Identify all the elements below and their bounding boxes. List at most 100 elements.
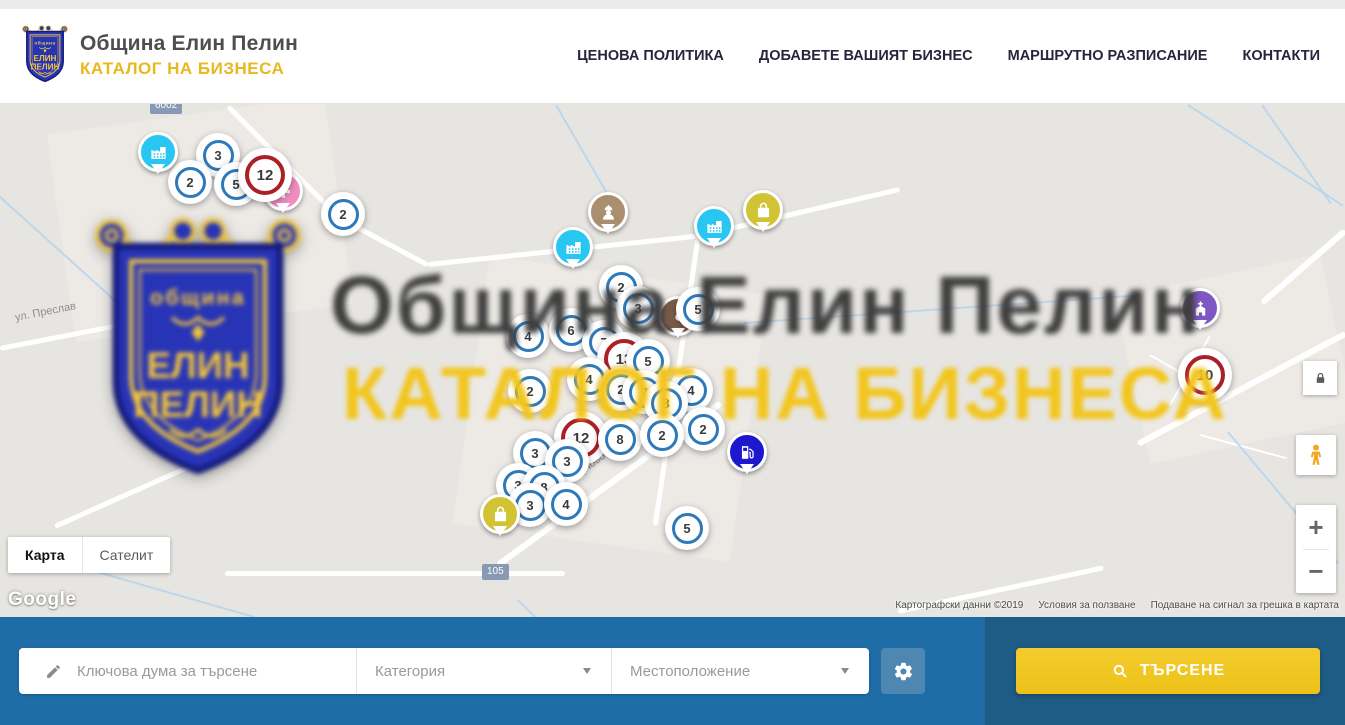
shopping-bag-icon <box>754 201 773 220</box>
road-line <box>225 571 565 576</box>
cluster-count: 2 <box>647 420 678 451</box>
search-button-label: ТЪРСЕНЕ <box>1140 662 1225 680</box>
search-icon <box>1111 662 1129 680</box>
attribution-report-link[interactable]: Подаване на сигнал за грешка в картата <box>1151 600 1339 611</box>
nav-contacts[interactable]: КОНТАКТИ <box>1242 48 1320 64</box>
header: община ЕЛИН ПЕЛИН Община Елин Пелин КАТА… <box>0 9 1345 104</box>
nav-pricing-policy[interactable]: ЦЕНОВА ПОЛИТИКА <box>577 48 724 64</box>
cluster-marker[interactable]: 4 <box>506 314 550 358</box>
cluster-marker[interactable]: 2 <box>681 407 725 451</box>
nav-add-your-business[interactable]: ДОБАВЕТЕ ВАШИЯТ БИЗНЕС <box>759 48 973 64</box>
cluster-count: 8 <box>605 424 636 455</box>
chevron-down-icon <box>583 668 591 674</box>
gear-icon <box>893 661 914 682</box>
cluster-count: 3 <box>623 293 654 324</box>
top-strip <box>0 0 1345 9</box>
map-type-satellite-button[interactable]: Сателит <box>82 537 171 573</box>
nav-route-schedule[interactable]: МАРШРУТНО РАЗПИСАНИЕ <box>1008 48 1208 64</box>
cluster-count: 4 <box>513 321 544 352</box>
cluster-count: 4 <box>551 489 582 520</box>
watermark-title: Община Елин Пелин <box>330 259 1202 353</box>
map-attribution: Картографски данни ©2019 Условия за полз… <box>895 600 1339 611</box>
keyword-field <box>19 648 357 694</box>
search-button[interactable]: ТЪРСЕНЕ <box>1016 648 1320 694</box>
road-label: 6002 <box>150 104 182 114</box>
factory-icon <box>149 143 168 162</box>
cluster-marker[interactable]: 8 <box>598 417 642 461</box>
main-nav: ЦЕНОВА ПОЛИТИКА ДОБАВЕТЕ ВАШИЯТ БИЗНЕС М… <box>577 9 1320 103</box>
municipality-logo: община ЕЛИН ПЕЛИН <box>21 24 69 86</box>
zoom-out-button[interactable]: − <box>1296 550 1336 593</box>
cluster-count: 12 <box>245 155 285 195</box>
pegman-icon <box>1304 443 1328 467</box>
search-bar: Категория Местоположение ТЪРСЕНЕ <box>0 617 1345 725</box>
attribution-copyright: Картографски данни ©2019 <box>895 600 1023 611</box>
cluster-count: 2 <box>175 167 206 198</box>
street-view-pegman-button[interactable] <box>1296 435 1336 475</box>
map-pin-church[interactable] <box>1180 288 1220 328</box>
cluster-count: 5 <box>672 513 703 544</box>
cluster-marker[interactable]: 4 <box>544 482 588 526</box>
map-pin-shopping-bag[interactable] <box>480 494 520 534</box>
worker-icon <box>599 203 618 222</box>
watermark-logo-text-line1: ЕЛИН <box>146 345 249 386</box>
water-line <box>744 294 1138 324</box>
cluster-marker[interactable]: 2 <box>508 369 552 413</box>
zoom-in-button[interactable]: + <box>1296 506 1336 549</box>
cluster-count: 10 <box>1185 355 1225 395</box>
cluster-marker[interactable]: 2 <box>168 160 212 204</box>
lock-icon <box>1313 371 1328 386</box>
church-icon <box>1191 299 1210 318</box>
category-select[interactable]: Категория <box>357 648 612 694</box>
cluster-count: 2 <box>688 414 719 445</box>
fuel-icon <box>738 443 757 462</box>
road-line <box>54 447 230 529</box>
cluster-marker[interactable]: 3 <box>616 286 660 330</box>
category-placeholder: Категория <box>375 663 445 680</box>
cluster-marker[interactable]: 5 <box>676 287 720 331</box>
road-label: 105 <box>482 564 509 580</box>
page: община ЕЛИН ПЕЛИН Община Елин Пелин КАТА… <box>0 0 1345 725</box>
advanced-search-button[interactable] <box>881 648 925 694</box>
cluster-marker[interactable]: 5 <box>665 506 709 550</box>
site-subtitle: КАТАЛОГ НА БИЗНЕСА <box>80 59 298 79</box>
logo-text-line1: ЕЛИН <box>34 54 57 63</box>
logo-text-line2: ПЕЛИН <box>31 62 60 71</box>
map-pin-factory[interactable] <box>694 206 734 246</box>
cluster-marker[interactable]: 12 <box>238 148 292 202</box>
brand-text: Община Елин Пелин КАТАЛОГ НА БИЗНЕСА <box>80 32 298 79</box>
chevron-down-icon <box>841 668 849 674</box>
map-pin-shopping-bag[interactable] <box>743 190 783 230</box>
shopping-bag-icon <box>491 505 510 524</box>
factory-icon <box>705 217 724 236</box>
cluster-count: 5 <box>683 294 714 325</box>
map-type-control: Карта Сателит <box>8 537 170 573</box>
road-label: ул. Преслав <box>14 300 77 324</box>
cluster-marker[interactable]: 2 <box>640 413 684 457</box>
map-pin-worker[interactable] <box>588 192 628 232</box>
brand[interactable]: община ЕЛИН ПЕЛИН Община Елин Пелин КАТА… <box>21 24 298 86</box>
cluster-marker[interactable]: 10 <box>1178 348 1232 402</box>
cluster-count: 2 <box>515 376 546 407</box>
factory-icon <box>564 238 583 257</box>
pencil-icon <box>45 663 62 680</box>
map-pin-factory[interactable] <box>138 132 178 172</box>
keyword-input[interactable] <box>75 662 334 681</box>
zoom-control: + − <box>1296 505 1336 593</box>
water-line <box>555 105 612 201</box>
attribution-terms-link[interactable]: Условия за ползване <box>1038 600 1135 611</box>
watermark-logo-text-line2: ПЕЛИН <box>133 384 262 425</box>
cluster-count: 2 <box>328 199 359 230</box>
map-type-map-button[interactable]: Карта <box>8 537 82 573</box>
fullscreen-lock-button[interactable] <box>1303 361 1337 395</box>
location-select[interactable]: Местоположение <box>612 648 869 694</box>
water-line <box>1261 104 1331 203</box>
map-canvas[interactable]: 6002105ул. Преславбул. „Новосел325122235… <box>0 104 1345 617</box>
google-logo[interactable]: Google <box>8 589 76 611</box>
cluster-marker[interactable]: 2 <box>321 192 365 236</box>
map-pin-fuel[interactable] <box>727 432 767 472</box>
site-title: Община Елин Пелин <box>80 32 298 56</box>
search-form: Категория Местоположение <box>19 648 869 694</box>
water-line <box>517 599 642 617</box>
map-pin-factory[interactable] <box>553 227 593 267</box>
